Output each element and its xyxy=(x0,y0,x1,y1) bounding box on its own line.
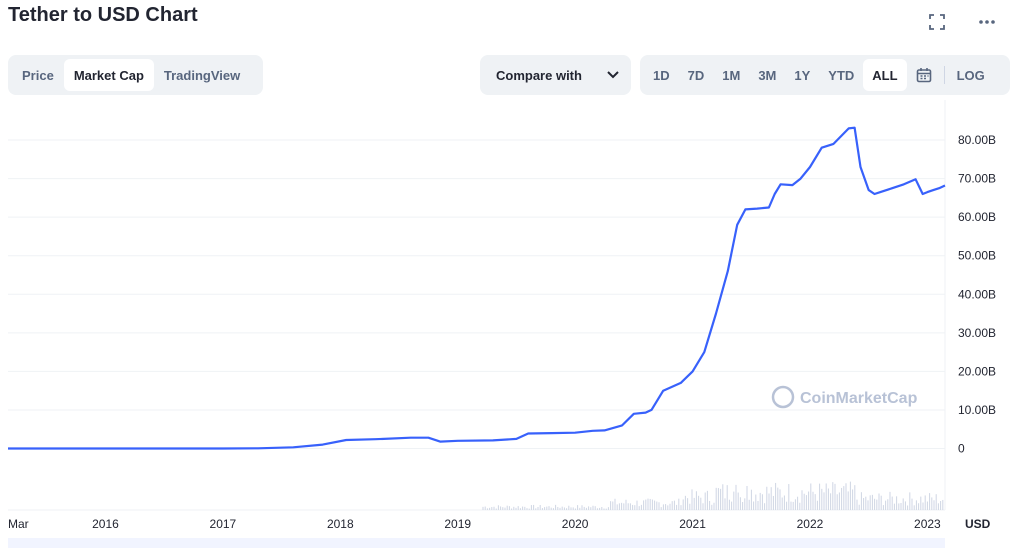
coinmarketcap-logo-icon xyxy=(771,385,795,409)
watermark-text: CoinMarketCap xyxy=(800,390,918,407)
y-tick-label: 40.00B xyxy=(958,287,996,301)
y-tick-label: 20.00B xyxy=(958,364,996,378)
y-unit-label: USD xyxy=(965,517,991,531)
y-tick-label: 10.00B xyxy=(958,403,996,417)
y-tick-label: 80.00B xyxy=(958,133,996,147)
coinmarketcap-watermark: CoinMarketCap xyxy=(771,385,918,409)
market-cap-chart: 0 10.00B 20.00B 30.00B 40.00B 50.00B 60.00B 70.… xyxy=(8,100,996,548)
x-tick-label: 2023 xyxy=(914,517,941,531)
y-tick-label: 70.00B xyxy=(958,172,996,186)
y-tick-label: 50.00B xyxy=(958,249,996,263)
y-tick-label: 60.00B xyxy=(958,210,996,224)
x-tick-label: 2017 xyxy=(210,517,237,531)
x-tick-label: Mar xyxy=(8,517,29,531)
x-tick-label: 2019 xyxy=(444,517,471,531)
range-navigator[interactable] xyxy=(8,538,945,548)
y-tick-label: 0 xyxy=(958,442,965,456)
x-tick-label: 2021 xyxy=(679,517,706,531)
x-tick-label: 2022 xyxy=(797,517,824,531)
y-tick-label: 30.00B xyxy=(958,326,996,340)
x-tick-label: 2020 xyxy=(562,517,589,531)
x-tick-label: 2018 xyxy=(327,517,354,531)
x-tick-label: 2016 xyxy=(92,517,119,531)
